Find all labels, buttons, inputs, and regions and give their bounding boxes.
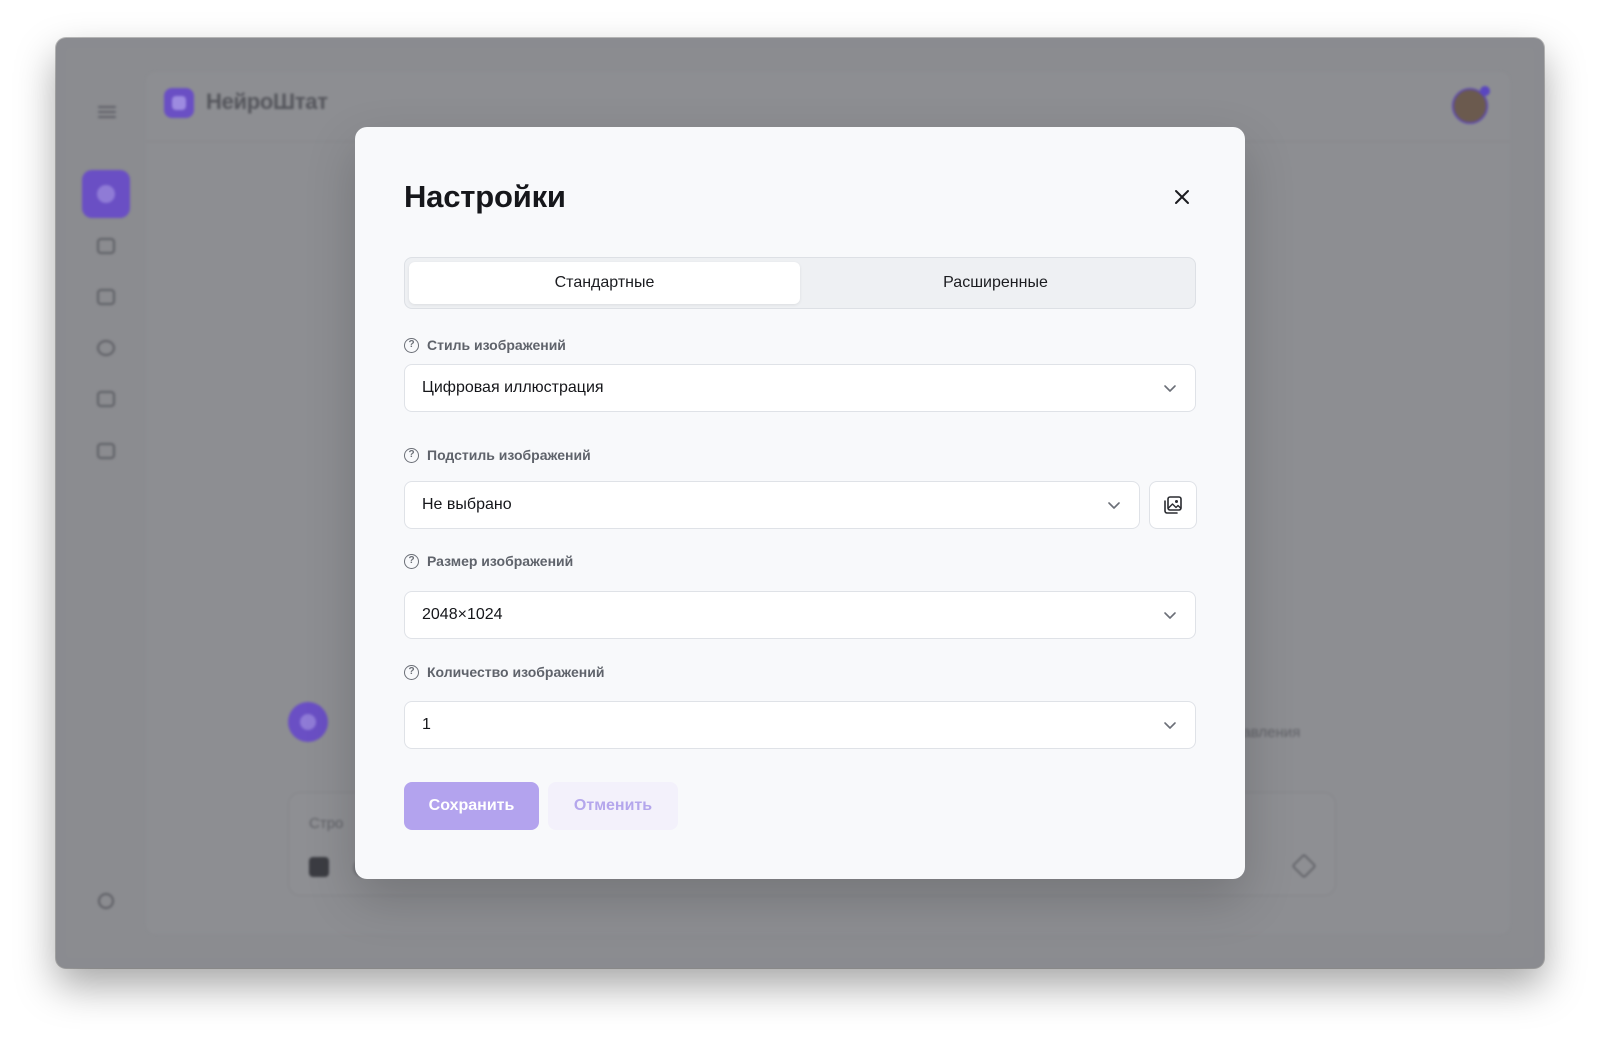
close-button[interactable] [1171, 186, 1193, 208]
size-field-label: ? Размер изображений [404, 553, 573, 569]
chevron-down-icon [1108, 502, 1120, 509]
notification-dot [1480, 86, 1490, 96]
help-icon[interactable]: ? [404, 553, 419, 569]
theme-toggle-icon[interactable] [98, 893, 114, 909]
substyle-field-label: ? Подстиль изображений [404, 447, 591, 463]
sidebar-item-assistant[interactable] [82, 170, 130, 218]
substyle-label-text: Подстиль изображений [427, 447, 591, 463]
save-button[interactable]: Сохранить [404, 782, 539, 830]
count-field-label: ? Количество изображений [404, 664, 604, 680]
logo-icon [164, 88, 194, 118]
menu-icon[interactable] [98, 106, 116, 118]
close-icon [1175, 190, 1189, 204]
send-icon[interactable] [1291, 853, 1317, 879]
style-select-value: Цифровая иллюстрация [422, 379, 604, 396]
count-label-text: Количество изображений [427, 664, 605, 680]
tab-standard[interactable]: Стандартные [409, 262, 800, 304]
sidebar-item-chats[interactable] [97, 391, 115, 407]
size-select-value: 2048×1024 [422, 606, 503, 623]
sidebar-item-team[interactable] [97, 340, 115, 356]
tab-advanced[interactable]: Расширенные [800, 262, 1191, 304]
chevron-down-icon [1164, 612, 1176, 619]
chevron-down-icon [1164, 722, 1176, 729]
modal-title: Настройки [404, 179, 566, 214]
count-select[interactable]: 1 [404, 701, 1196, 749]
help-icon[interactable]: ? [404, 447, 419, 463]
settings-tabs: Стандартные Расширенные [404, 257, 1196, 309]
sidebar-item-documents[interactable] [97, 289, 115, 305]
bot-avatar [288, 702, 328, 742]
help-icon[interactable]: ? [404, 337, 419, 353]
style-select[interactable]: Цифровая иллюстрация [404, 364, 1196, 412]
chevron-down-icon [1164, 385, 1176, 392]
count-select-value: 1 [422, 716, 431, 733]
style-field-label: ? Стиль изображений [404, 337, 566, 353]
app-logo-text: НейроШтат [206, 89, 328, 114]
help-icon[interactable]: ? [404, 664, 419, 680]
substyle-select[interactable]: Не выбрано [404, 481, 1140, 529]
size-label-text: Размер изображений [427, 553, 574, 569]
sidebar-item-dashboard[interactable] [97, 238, 115, 254]
attach-image-icon[interactable] [309, 857, 329, 877]
settings-modal: Настройки Стандартные Расширенные ? Стил… [355, 127, 1245, 879]
sidebar-item-cards[interactable] [97, 443, 115, 459]
composer-placeholder: Стро [309, 815, 344, 832]
size-select[interactable]: 2048×1024 [404, 591, 1196, 639]
image-gallery-icon [1164, 496, 1182, 514]
cancel-button[interactable]: Отменить [548, 782, 678, 830]
substyle-gallery-button[interactable] [1149, 481, 1197, 529]
substyle-select-value: Не выбрано [422, 496, 512, 513]
style-label-text: Стиль изображений [427, 337, 566, 353]
